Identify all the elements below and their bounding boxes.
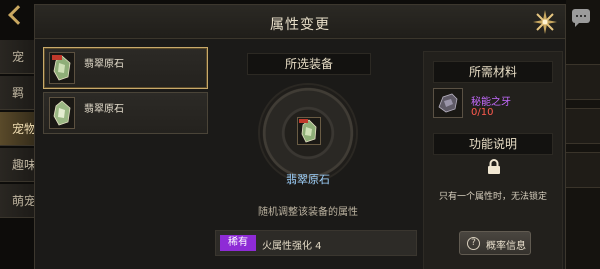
probability-info-button[interactable]: ? 概率信息 — [459, 231, 531, 255]
question-icon: ? — [467, 237, 480, 250]
probability-info-label: 概率信息 — [486, 241, 526, 252]
modal-header: 属性变更 — [35, 5, 565, 39]
modal-title: 属性变更 — [270, 17, 330, 33]
close-button[interactable] — [531, 8, 559, 36]
lock-note: 只有一个属性时，无法锁定 — [438, 192, 547, 202]
description-text: 随机调整该装备的属性 — [258, 207, 358, 218]
item-card-selected[interactable]: 翡翠原石 — [43, 47, 208, 89]
equipment-slot[interactable] — [297, 117, 321, 145]
item-name: 翡翠原石 — [84, 104, 124, 115]
attribute-change-modal: 属性变更 翡翠原石 翡翠原石 所选装备 翡翠原石 随机调整该装备的属性 稀有 火… — [34, 4, 566, 269]
selected-equipment-title: 所选装备 — [247, 53, 371, 75]
rarity-badge: 稀有 — [220, 235, 256, 251]
required-materials-title: 所需材料 — [433, 61, 553, 83]
function-description-title: 功能说明 — [433, 133, 553, 155]
attribute-text: 火属性强化 4 — [262, 241, 322, 252]
fang-icon — [438, 93, 458, 113]
background-card — [566, 108, 600, 144]
jade-stone-icon — [299, 119, 317, 143]
chat-icon[interactable] — [572, 9, 590, 27]
lock-icon — [487, 159, 501, 175]
item-card[interactable]: 翡翠原石 — [43, 92, 208, 134]
item-list: 翡翠原石 翡翠原石 — [43, 47, 208, 137]
background-card — [566, 64, 600, 100]
close-icon — [533, 10, 557, 34]
item-name: 翡翠原石 — [84, 59, 124, 70]
background-card — [566, 152, 600, 188]
jade-stone-icon — [49, 97, 75, 129]
attribute-row[interactable]: 稀有 火属性强化 4 — [215, 230, 417, 256]
selected-equipment-name: 翡翠原石 — [286, 173, 330, 186]
material-slot[interactable] — [433, 88, 463, 118]
jade-stone-icon — [49, 52, 75, 84]
material-count: 0/10 — [471, 107, 494, 118]
material-name: 秘能之牙 — [471, 97, 511, 108]
